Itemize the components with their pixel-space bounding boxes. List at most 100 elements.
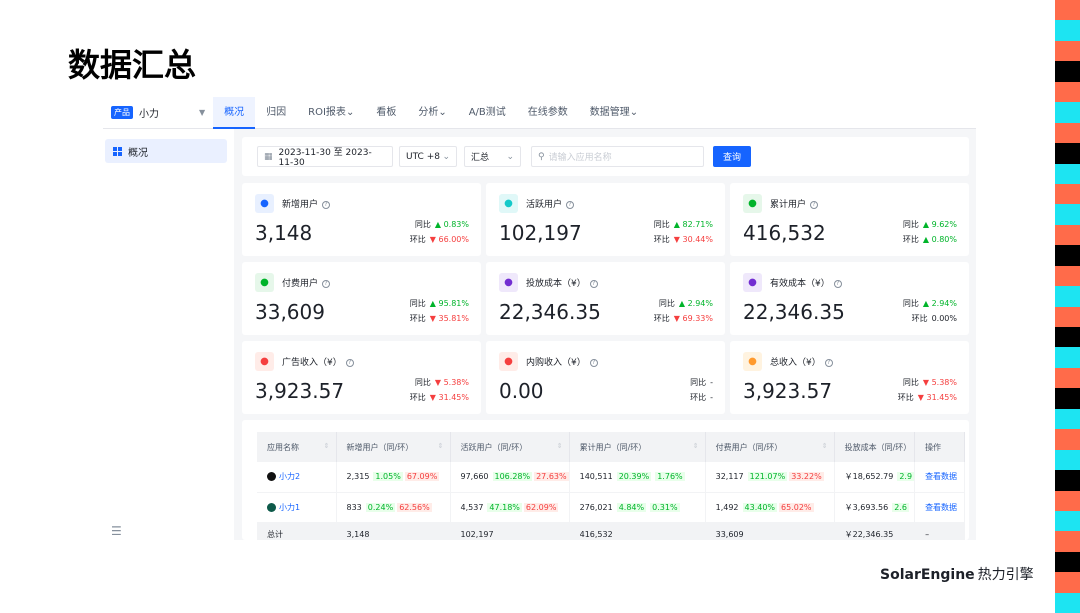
app-cell[interactable]: 小力1	[257, 492, 337, 523]
tab-overview[interactable]: 概况	[213, 97, 256, 129]
compare-row: 同比 ▲ 82.71%	[653, 220, 713, 229]
help-icon[interactable]: ?	[589, 358, 598, 367]
compare-value: ▼ 69.33%	[673, 314, 713, 323]
metric-value: 22,346.35	[499, 300, 601, 324]
tab-ab-test[interactable]: A/B测试	[458, 97, 517, 129]
view-data-link[interactable]: 查看数据	[914, 492, 966, 523]
compare-value: ▲ 0.80%	[922, 235, 957, 244]
solarengine-logo: SolarEngine 热力引擎	[880, 567, 1034, 583]
tab-data-management[interactable]: 数据管理⌄	[579, 97, 649, 129]
ad-icon: ●	[255, 352, 274, 371]
compare-row: 环比 -	[690, 393, 713, 402]
sidebar-item-label: 概况	[128, 147, 148, 159]
tab-attribution[interactable]: 归因	[255, 97, 297, 129]
product-selector[interactable]: 小力	[139, 105, 199, 120]
help-icon[interactable]: ?	[322, 279, 331, 288]
col-cost[interactable]: 投放成本（同/环）	[834, 432, 916, 462]
compare-value: ▼ 5.38%	[922, 378, 957, 387]
compare-value: -	[710, 393, 713, 402]
cell: 4,537 47.18% 62.09%	[450, 492, 570, 523]
mode-select[interactable]: 汇总 ⌄	[464, 146, 521, 167]
metric-title: 总收入（¥）?	[770, 355, 833, 368]
chevron-down-icon: ⌄	[442, 151, 450, 162]
metric-card: ● 广告收入（¥）? 3,923.57 同比 ▼ 5.38% 环比 ▼ 31.45%	[242, 341, 481, 414]
compare-row: 环比 ▼ 66.00%	[409, 235, 469, 244]
total-cell: ￥22,346.35	[834, 522, 916, 540]
compare-value: ▼ 31.45%	[429, 393, 469, 402]
metric-value: 416,532	[743, 221, 826, 245]
decorative-color-bar	[1055, 0, 1080, 613]
col-active-users[interactable]: 活跃用户（同/环） ⇕	[450, 432, 570, 462]
compare-value: ▲ 9.62%	[922, 220, 957, 229]
chevron-down-icon: ⌄	[506, 151, 514, 162]
calendar-icon: ▦	[264, 151, 273, 162]
total-cell: 总计	[257, 522, 337, 540]
compare-value: ▼ 35.81%	[429, 314, 469, 323]
menu-icon[interactable]: ☰	[111, 524, 122, 538]
compare-value: ▲ 82.71%	[673, 220, 713, 229]
app-data-table: 应用名称 ⇕ 新增用户（同/环） ⇕ 活跃用户（同/环） ⇕ 累计用户（同/环） ⇕ 付…	[242, 420, 969, 540]
timezone-select[interactable]: UTC +8 ⌄	[399, 146, 457, 167]
compare-row: 环比 ▼ 31.45%	[409, 393, 469, 402]
grid-icon	[113, 146, 122, 156]
help-icon[interactable]: ?	[322, 200, 331, 209]
help-icon[interactable]: ?	[345, 358, 354, 367]
sidebar: 概况 ☰	[103, 129, 234, 540]
help-icon[interactable]: ?	[566, 200, 575, 209]
tab-roi[interactable]: ROI报表⌄	[297, 97, 365, 129]
effective-cost-icon: ●	[743, 273, 762, 292]
users-icon: ●	[743, 194, 762, 213]
compare-value: -	[710, 378, 713, 387]
metric-title: 新增用户?	[282, 197, 331, 210]
app-search-input[interactable]: ⚲ 请输入应用名称	[531, 146, 704, 167]
total-cell: –	[914, 522, 966, 540]
product-tag: 产品	[111, 106, 133, 119]
compare-row: 环比 ▲ 0.80%	[902, 235, 957, 244]
app-cell[interactable]: 小力2	[257, 462, 337, 493]
metric-card: ● 付费用户? 33,609 同比 ▲ 95.81% 环比 ▼ 35.81%	[242, 262, 481, 335]
compare-row: 同比 ▲ 2.94%	[902, 299, 957, 308]
metric-value: 3,923.57	[255, 379, 345, 403]
app-icon	[267, 472, 276, 482]
help-icon[interactable]: ?	[810, 200, 819, 209]
compare-row: 环比 ▼ 30.44%	[653, 235, 713, 244]
col-paying-users[interactable]: 付费用户（同/环） ⇕	[705, 432, 835, 462]
table-total-row: 总计 3,148 102,197 416,532 33,609 ￥22,346.35–	[257, 522, 966, 540]
sidebar-item-overview[interactable]: 概况	[105, 139, 227, 163]
view-data-link[interactable]: 查看数据	[914, 462, 966, 493]
cell: 833 0.24% 62.56%	[336, 492, 451, 523]
col-app-name[interactable]: 应用名称 ⇕	[257, 432, 337, 462]
chevron-down-icon[interactable]: ▼	[199, 108, 205, 117]
help-icon[interactable]: ?	[824, 358, 833, 367]
tab-dashboard[interactable]: 看板	[365, 97, 407, 129]
app-window: 产品 小力 ▼ 概况 归因 ROI报表⌄ 看板 分析⌄ A/B测试 在线参数 数…	[103, 97, 976, 540]
search-icon: ⚲	[538, 151, 545, 162]
tab-analysis[interactable]: 分析⌄	[407, 97, 457, 129]
purchase-icon: ●	[499, 352, 518, 371]
col-total-users[interactable]: 累计用户（同/环） ⇕	[569, 432, 706, 462]
compare-value: ▼ 5.38%	[434, 378, 469, 387]
metric-value: 102,197	[499, 221, 582, 245]
date-range-picker[interactable]: ▦ 2023-11-30 至 2023-11-30	[257, 146, 393, 168]
col-new-users[interactable]: 新增用户（同/环） ⇕	[336, 432, 451, 462]
revenue-icon: ●	[743, 352, 762, 371]
compare-row: 同比 ▲ 0.83%	[414, 220, 469, 229]
help-icon[interactable]: ?	[589, 279, 598, 288]
top-nav: 产品 小力 ▼ 概况 归因 ROI报表⌄ 看板 分析⌄ A/B测试 在线参数 数…	[103, 97, 976, 129]
query-button[interactable]: 查询	[713, 146, 751, 167]
metric-card: ● 累计用户? 416,532 同比 ▲ 9.62% 环比 ▲ 0.80%	[730, 183, 969, 256]
metric-title: 付费用户?	[282, 276, 331, 289]
compare-row: 环比 ▼ 31.45%	[897, 393, 957, 402]
compare-row: 同比 -	[690, 378, 713, 387]
cell: 2,315 1.05% 67.09%	[336, 462, 451, 493]
slide-title: 数据汇总	[68, 46, 197, 84]
compare-row: 同比 ▼ 5.38%	[902, 378, 957, 387]
tab-online-params[interactable]: 在线参数	[517, 97, 579, 129]
compare-value: 0.00%	[931, 314, 957, 323]
paying-user-icon: ●	[255, 273, 274, 292]
cell: ￥18,652.79 2.9	[834, 462, 916, 493]
help-icon[interactable]: ?	[833, 279, 842, 288]
metric-value: 3,923.57	[743, 379, 833, 403]
compare-value: ▲ 2.94%	[922, 299, 957, 308]
compare-value: ▼ 30.44%	[673, 235, 713, 244]
